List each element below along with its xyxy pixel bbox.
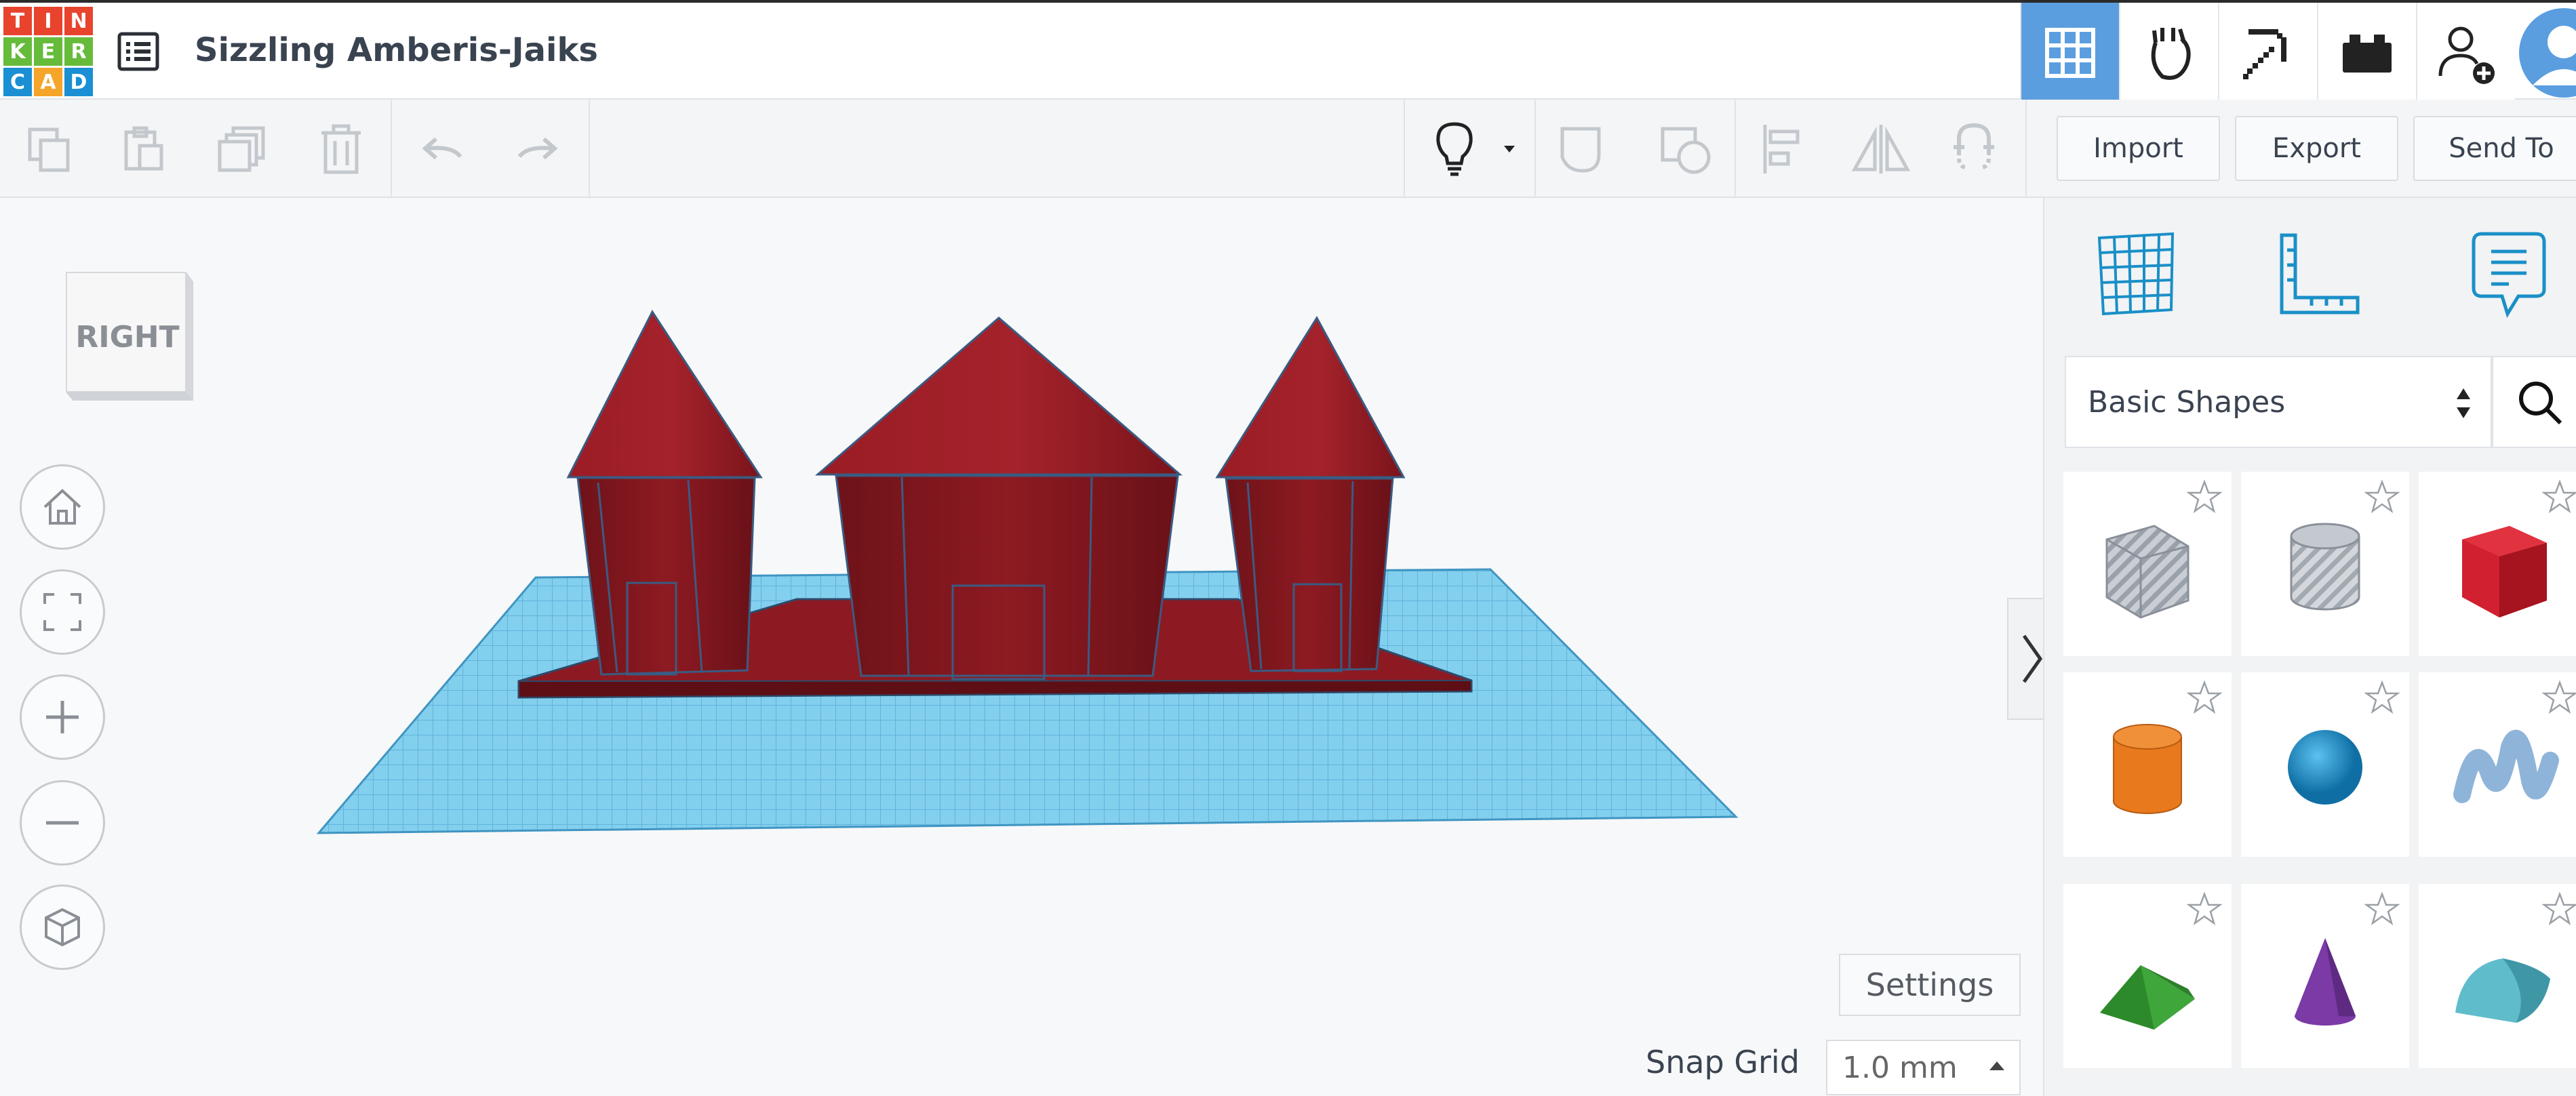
- workplane-scene[interactable]: [0, 198, 2043, 1096]
- zoom-in-button[interactable]: [20, 674, 105, 760]
- home-view-button[interactable]: [20, 464, 105, 550]
- shape-tile-cone[interactable]: [2241, 884, 2409, 1068]
- design-list-icon[interactable]: [117, 30, 160, 73]
- favorite-star-icon[interactable]: [2364, 680, 2400, 718]
- favorite-star-icon[interactable]: [2541, 680, 2576, 718]
- edit-toolbar: Import Export Send To: [0, 100, 2576, 198]
- ruler-icon[interactable]: [2275, 226, 2363, 321]
- updown-arrows-icon: [2455, 387, 2472, 427]
- right-tower: [1225, 477, 1394, 672]
- snap-grid-value: 1.0 mm: [1842, 1050, 1958, 1085]
- shape-tile-scribble[interactable]: [2419, 672, 2576, 857]
- minecraft-pickaxe-icon[interactable]: [2218, 3, 2317, 102]
- lightbulb-dropdown-icon[interactable]: [1496, 100, 1523, 198]
- left-tower: [576, 476, 756, 676]
- box-hole-shape-icon: [2080, 499, 2215, 634]
- align-icon[interactable]: [1755, 100, 1816, 198]
- export-button[interactable]: Export: [2235, 116, 2398, 181]
- logo-letter: D: [64, 68, 93, 96]
- undo-icon[interactable]: [412, 100, 473, 198]
- center-house-roof: [814, 317, 1183, 476]
- top-right-icons: [2020, 3, 2576, 102]
- caret-up-icon: [1989, 1061, 2004, 1070]
- favorite-star-icon[interactable]: [2364, 479, 2400, 517]
- favorite-star-icon[interactable]: [2541, 891, 2576, 929]
- shape-tile-round-roof[interactable]: [2419, 884, 2576, 1068]
- right-tower-roof: [1215, 316, 1406, 479]
- shape-category-select[interactable]: Basic Shapes: [2065, 356, 2492, 448]
- shape-tile-box-hole[interactable]: [2063, 472, 2232, 656]
- favorite-star-icon[interactable]: [2541, 479, 2576, 517]
- logo-letter: N: [64, 7, 93, 35]
- notes-lightbulb-icon[interactable]: [1424, 100, 1485, 198]
- design-title[interactable]: Sizzling Amberis-Jaiks: [195, 31, 598, 69]
- perspective-toggle-button[interactable]: [20, 885, 105, 970]
- logo-letter: R: [64, 37, 93, 66]
- ungroup-icon[interactable]: [1654, 100, 1720, 198]
- copy-icon[interactable]: [19, 100, 80, 198]
- snap-grid-select[interactable]: 1.0 mm: [1826, 1040, 2021, 1095]
- fit-view-button[interactable]: [20, 569, 105, 655]
- bricks-view-icon[interactable]: [2317, 3, 2416, 102]
- duplicate-icon[interactable]: [212, 100, 273, 198]
- logo-letter: E: [34, 37, 62, 66]
- favorite-star-icon[interactable]: [2186, 479, 2223, 517]
- 3d-viewport[interactable]: RIGHT Settings Snap Grid 1.0 mm: [0, 198, 2056, 1096]
- snap-grid-label: Snap Grid: [1646, 1044, 1800, 1080]
- shape-tile-cylinder[interactable]: [2063, 672, 2232, 857]
- box-shape-icon: [2435, 499, 2571, 634]
- cylinder-shape-icon: [2080, 699, 2215, 835]
- zoom-out-button[interactable]: [20, 780, 105, 866]
- favorite-star-icon[interactable]: [2186, 680, 2223, 718]
- paste-icon[interactable]: [114, 100, 175, 198]
- view-cube[interactable]: RIGHT: [60, 264, 199, 407]
- round-roof-shape-icon: [2435, 911, 2571, 1047]
- center-house: [835, 474, 1179, 677]
- logo-letter: C: [3, 68, 32, 96]
- logo-letter: I: [34, 7, 62, 35]
- cruise-magnet-icon[interactable]: [1943, 100, 2008, 198]
- shape-tile-box[interactable]: [2419, 472, 2576, 656]
- send-to-button[interactable]: Send To: [2413, 116, 2576, 181]
- tinkercad-logo[interactable]: TIN KER CAD: [3, 7, 93, 96]
- redo-icon[interactable]: [507, 100, 568, 198]
- shape-tile-cylinder-hole[interactable]: [2241, 472, 2409, 656]
- import-button[interactable]: Import: [2057, 116, 2220, 181]
- logo-letter: T: [3, 7, 32, 35]
- top-bar: TIN KER CAD Sizzling Amberis-Jaiks: [0, 0, 2576, 102]
- shape-tile-roof[interactable]: [2063, 884, 2232, 1068]
- shape-tile-sphere[interactable]: [2241, 672, 2409, 857]
- settings-button[interactable]: Settings: [1839, 954, 2021, 1016]
- shapes-panel: Basic Shapes: [2043, 198, 2576, 1096]
- sphere-shape-icon: [2257, 699, 2393, 835]
- 3d-design-view-icon[interactable]: [2020, 3, 2119, 102]
- search-icon[interactable]: [2492, 356, 2576, 448]
- logo-letter: K: [3, 37, 32, 66]
- left-tower-roof: [566, 310, 763, 479]
- user-avatar[interactable]: [2515, 3, 2576, 102]
- favorite-star-icon[interactable]: [2364, 891, 2400, 929]
- mirror-icon[interactable]: [1848, 100, 1914, 198]
- view-cube-face-label: RIGHT: [75, 320, 180, 354]
- add-collaborator-icon[interactable]: [2416, 3, 2515, 102]
- workplane-icon[interactable]: [2092, 226, 2180, 321]
- delete-icon[interactable]: [311, 100, 372, 198]
- cone-shape-icon: [2257, 911, 2393, 1047]
- group-icon[interactable]: [1554, 100, 1619, 198]
- roof-shape-icon: [2080, 911, 2215, 1047]
- cylinder-hole-shape-icon: [2257, 499, 2393, 634]
- shape-category-value: Basic Shapes: [2088, 384, 2286, 420]
- circuits-view-icon[interactable]: [2119, 3, 2218, 102]
- logo-letter: A: [34, 68, 62, 96]
- notes-icon[interactable]: [2465, 226, 2553, 321]
- favorite-star-icon[interactable]: [2186, 891, 2223, 929]
- scribble-shape-icon: [2435, 699, 2571, 835]
